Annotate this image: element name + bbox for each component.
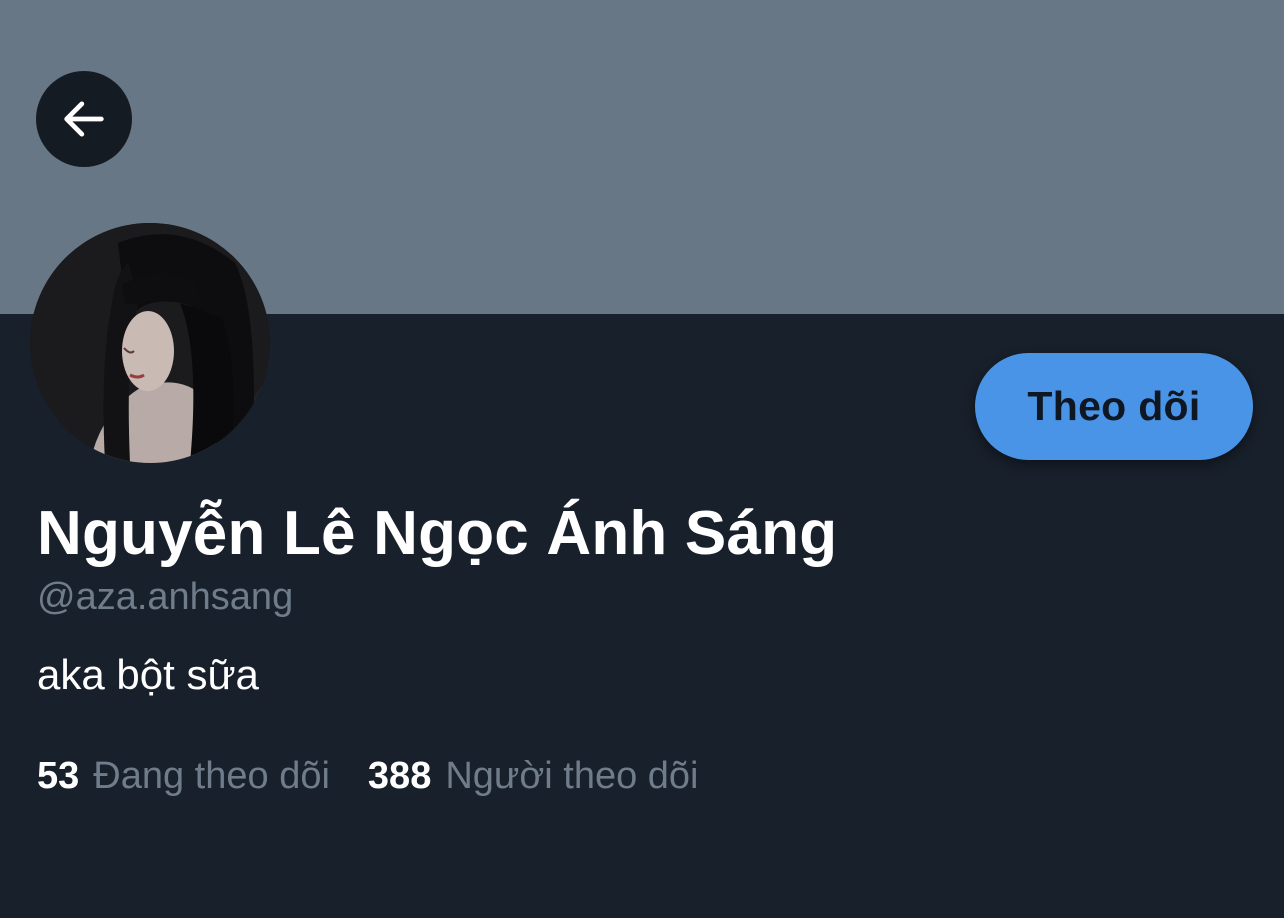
follow-button[interactable]: Theo dõi <box>975 353 1253 460</box>
avatar[interactable] <box>30 223 270 463</box>
follow-button-label: Theo dõi <box>1027 383 1201 429</box>
followers-count: 388 <box>367 755 432 797</box>
followers-label: Người theo dõi <box>445 755 699 797</box>
following-count: 53 <box>37 755 80 797</box>
profile-stats: 53 Đang theo dõi 388 Người theo dõi <box>37 755 699 798</box>
handle: @aza.anhsang <box>37 576 294 618</box>
following-label: Đang theo dõi <box>93 755 330 797</box>
avatar-photo <box>30 223 270 463</box>
following-stat[interactable]: 53 Đang theo dõi <box>37 755 330 798</box>
display-name: Nguyễn Lê Ngọc Ánh Sáng <box>37 499 838 568</box>
bio: aka bột sữa <box>37 651 259 698</box>
followers-stat[interactable]: 388 Người theo dõi <box>368 755 699 798</box>
arrow-left-icon <box>64 101 104 137</box>
back-button[interactable] <box>36 71 132 167</box>
